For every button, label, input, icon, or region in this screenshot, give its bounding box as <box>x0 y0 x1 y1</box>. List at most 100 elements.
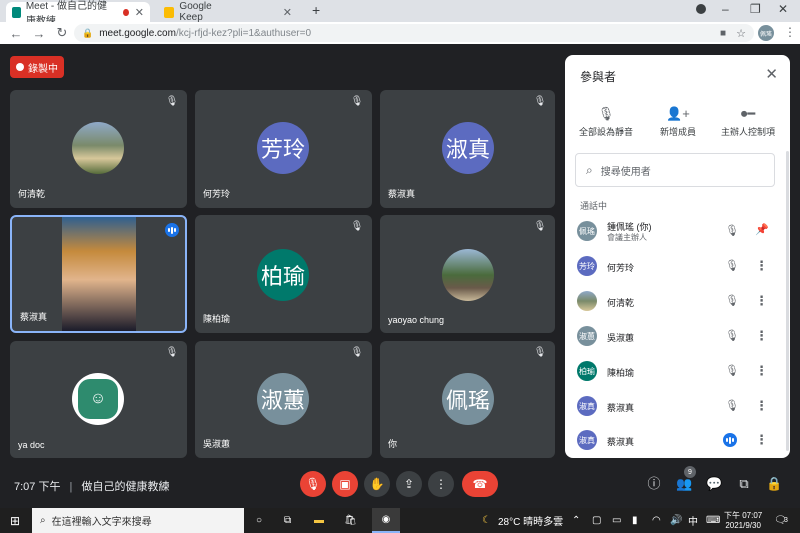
participant-count-badge: 9 <box>684 466 696 478</box>
chrome-icon[interactable]: ◉ <box>372 508 400 533</box>
notification-count: 3 <box>784 516 788 524</box>
new-tab-button[interactable]: + <box>312 2 320 18</box>
task-view-icon[interactable]: ⧉ <box>284 508 291 533</box>
close-tab-icon[interactable]: ✕ <box>283 6 292 19</box>
more-options-icon[interactable]: ⋮ <box>755 432 768 448</box>
search-icon: ⌕ <box>586 162 593 177</box>
participant-row[interactable]: 淑蕙 吳淑蕙 🎙 ⋮ <box>577 321 777 351</box>
recording-badge[interactable]: 錄製中 <box>10 56 64 78</box>
back-icon[interactable]: ← <box>9 26 23 41</box>
info-icon[interactable]: ⓘ <box>646 476 662 492</box>
participant-tile[interactable]: 淑蕙 🎙 吳淑蕙 <box>195 341 372 458</box>
participant-row[interactable]: 芳玲 何芳玲 🎙 ⋮ <box>577 251 777 281</box>
wifi-icon[interactable]: ◠ <box>652 508 661 533</box>
mic-off-icon: 🎙 <box>725 225 739 237</box>
participant-tile[interactable]: 芳玲 🎙 何芳玲 <box>195 90 372 208</box>
toggle-mic-button[interactable]: 🎙 <box>300 471 326 497</box>
ime-indicator[interactable]: 中 <box>688 508 698 533</box>
mic-off-icon: 🎙 <box>597 106 615 121</box>
pin-icon[interactable]: 📌 <box>755 223 769 236</box>
participant-tile-self[interactable]: 佩瑤 🎙 你 <box>380 341 555 458</box>
raise-hand-button[interactable]: ✋ <box>364 471 390 497</box>
volume-icon[interactable]: 🔊 <box>670 508 682 533</box>
host-controls-icon[interactable]: 🔒 <box>766 476 782 492</box>
people-icon[interactable]: 👥 <box>676 476 692 492</box>
more-options-icon[interactable]: ⋮ <box>755 258 768 274</box>
meeting-time: 7:07 下午 <box>14 481 61 493</box>
tray-app-icon[interactable]: ▢ <box>592 508 601 533</box>
reload-icon[interactable]: ↻ <box>55 25 69 41</box>
mic-off-icon: 🎙 <box>350 96 364 107</box>
close-window-icon[interactable]: ✕ <box>778 2 788 16</box>
participant-name: 陳柏瑜 <box>203 314 231 324</box>
participant-tile[interactable]: 🎙 何清乾 <box>10 90 187 208</box>
profile-avatar[interactable]: 佩瑤 <box>758 25 774 41</box>
participant-name: 吳淑蕙 <box>203 439 231 449</box>
host-controls-button[interactable]: ⏺━ 主辦人控制項 <box>711 105 785 138</box>
bookmark-star-icon[interactable]: ☆ <box>736 27 746 40</box>
mic-off-icon: 🎙 <box>725 330 739 342</box>
meeting-separator: | <box>69 481 73 493</box>
more-options-icon[interactable]: ⋮ <box>755 293 768 309</box>
mic-off-icon: 🎙 <box>725 260 739 272</box>
add-people-label: 新增成員 <box>659 127 696 137</box>
add-people-button[interactable]: 👤+ 新增成員 <box>641 105 715 138</box>
panel-scrollbar[interactable] <box>786 151 789 451</box>
participant-tile-speaking[interactable]: 蔡淑真 <box>10 215 187 333</box>
close-panel-icon[interactable]: ✕ <box>765 65 778 83</box>
more-options-icon[interactable]: ⋮ <box>755 328 768 344</box>
taskbar-date: 2021/9/30 <box>725 520 761 530</box>
present-button[interactable]: ⇪ <box>396 471 422 497</box>
address-toolbar: ← → ↻ 🔒 meet.google.com /kcj-rfjd-kez?pl… <box>0 22 800 44</box>
participant-tile[interactable]: 柏瑜 🎙 陳柏瑜 <box>195 215 372 333</box>
tab-meet[interactable]: Meet - 做自己的健康教練 ✕ <box>6 1 150 27</box>
mute-all-button[interactable]: 🎙 全部設為靜音 <box>569 105 643 138</box>
participant-row[interactable]: 柏瑜 陳柏瑜 🎙 ⋮ <box>577 356 777 386</box>
participant-row[interactable]: 佩瑤 鍾佩瑤 (你) 會議主辦人 🎙 📌 <box>577 216 777 246</box>
participant-search-input[interactable]: ⌕ 搜尋使用者 <box>575 153 775 187</box>
weather-icon: ☾ <box>482 515 491 526</box>
more-options-icon[interactable]: ⋮ <box>755 398 768 414</box>
windows-start-icon[interactable]: ⊞ <box>10 508 20 533</box>
participant-row[interactable]: 何清乾 🎙 ⋮ <box>577 286 777 316</box>
maximize-icon[interactable]: ❐ <box>750 2 761 16</box>
meet-favicon-icon <box>12 6 21 18</box>
taskbar-search-input[interactable]: ⌕ 在這裡輸入文字來搜尋 <box>32 508 244 533</box>
chat-icon[interactable]: 💬 <box>706 476 722 492</box>
participant-tile[interactable]: ☺ 🎙 ya doc <box>10 341 187 458</box>
cortana-icon[interactable]: ○ <box>256 508 262 533</box>
participant-row[interactable]: 淑真 蔡淑真 ⋮ <box>577 425 777 455</box>
participant-row[interactable]: 淑真 蔡淑真 🎙 ⋮ <box>577 391 777 421</box>
battery-icon[interactable]: ▭ <box>612 508 621 533</box>
weather-text[interactable]: 28°C 晴時多雲 <box>498 508 563 533</box>
recording-indicator-icon <box>123 8 129 16</box>
minimize-icon[interactable]: – <box>722 2 729 16</box>
taskbar-search-placeholder: 在這裡輸入文字來搜尋 <box>51 517 152 528</box>
tab-keep[interactable]: Google Keep ✕ <box>158 1 298 23</box>
tray-chevron-icon[interactable]: ⌃ <box>572 508 580 533</box>
forward-icon[interactable]: → <box>32 26 46 41</box>
participant-avatar: 芳玲 <box>257 122 309 174</box>
participant-tile[interactable]: 🎙 yaoyao chung <box>380 215 555 333</box>
more-options-button[interactable]: ⋮ <box>428 471 454 497</box>
in-call-section-label: 通話中 <box>580 201 608 211</box>
camera-icon[interactable]: ■ <box>720 28 726 39</box>
hand-icon: ✋ <box>369 477 385 491</box>
close-tab-icon[interactable]: ✕ <box>135 6 144 19</box>
participant-tile[interactable]: 淑真 🎙 蔡淑真 <box>380 90 555 208</box>
more-options-icon[interactable]: ⋮ <box>755 363 768 379</box>
toggle-camera-button[interactable]: ▣ <box>332 471 358 497</box>
activities-icon[interactable]: ⧉ <box>736 476 752 492</box>
file-explorer-icon[interactable]: ▬ <box>314 508 324 533</box>
ime-mode-icon[interactable]: ⌨ <box>706 508 720 533</box>
participant-name: 蔡淑真 <box>388 189 416 199</box>
hang-up-icon: ☎ <box>472 477 488 491</box>
store-icon[interactable]: 🛍 <box>344 508 357 533</box>
network-icon[interactable]: ▮ <box>632 508 638 533</box>
leave-call-button[interactable]: ☎ <box>462 471 498 497</box>
browser-menu-icon[interactable]: ⋮ <box>784 25 796 39</box>
url-bar[interactable]: 🔒 meet.google.com /kcj-rfjd-kez?pli=1&au… <box>74 24 754 42</box>
participant-photo <box>72 122 124 174</box>
taskbar-clock[interactable]: 下午 07:07 2021/9/30 <box>724 508 762 533</box>
media-control-icon[interactable] <box>696 4 706 14</box>
